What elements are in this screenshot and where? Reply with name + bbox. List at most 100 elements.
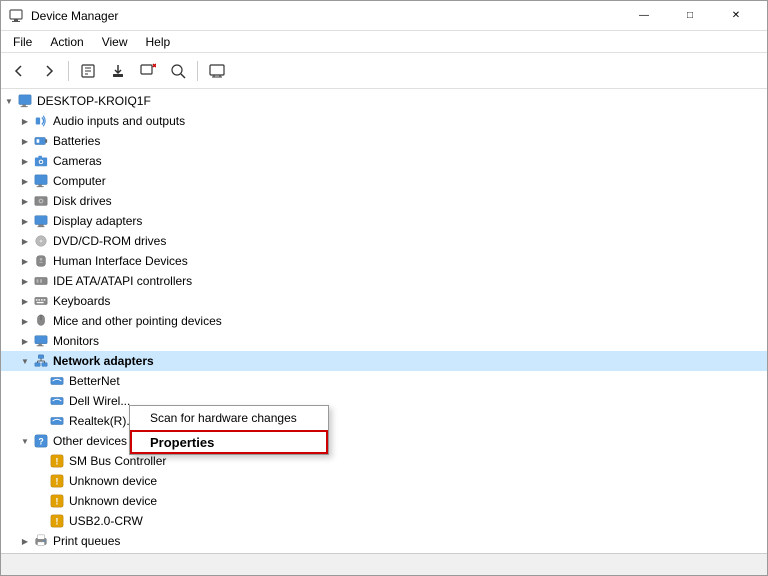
minimize-button[interactable]: — xyxy=(621,1,667,31)
tree-item-batteries[interactable]: ▶ Batteries xyxy=(1,131,767,151)
icon-computer xyxy=(17,93,33,109)
icon-computer-node xyxy=(33,173,49,189)
icon-dvd xyxy=(33,233,49,249)
tree-item-printq[interactable]: ▶ Print queues xyxy=(1,531,767,551)
icon-realtek xyxy=(49,413,65,429)
icon-dell xyxy=(49,393,65,409)
tree-item-usb2crw[interactable]: ▶ ! USB2.0-CRW xyxy=(1,511,767,531)
context-menu-properties[interactable]: Properties xyxy=(130,430,328,454)
device-tree[interactable]: ▼ DESKTOP-KROIQ1F ▶ Audio inputs and out… xyxy=(1,89,767,553)
toolbar-computer[interactable] xyxy=(203,57,231,85)
context-menu-scan[interactable]: Scan for hardware changes xyxy=(130,406,328,430)
expander-cameras[interactable]: ▶ xyxy=(17,153,33,169)
context-menu: Scan for hardware changes Properties xyxy=(129,405,329,455)
menu-view[interactable]: View xyxy=(94,33,136,51)
menu-action[interactable]: Action xyxy=(42,33,91,51)
tree-item-mice[interactable]: ▶ Mice and other pointing devices xyxy=(1,311,767,331)
tree-label-display: Display adapters xyxy=(53,214,142,228)
icon-unknown1: ! xyxy=(49,473,65,489)
tree-label-cameras: Cameras xyxy=(53,154,102,168)
expander-root[interactable]: ▼ xyxy=(1,93,17,109)
tree-item-realtek[interactable]: ▶ Realtek(R)... xyxy=(1,411,767,431)
app-icon xyxy=(9,8,25,24)
tree-label-dell: Dell Wirel... xyxy=(69,394,130,408)
tree-item-dell[interactable]: ▶ Dell Wirel... xyxy=(1,391,767,411)
expander-printq[interactable]: ▶ xyxy=(17,533,33,549)
tree-label-smbus: SM Bus Controller xyxy=(69,454,166,468)
expander-display[interactable]: ▶ xyxy=(17,213,33,229)
icon-audio xyxy=(33,113,49,129)
expander-monitors[interactable]: ▶ xyxy=(17,333,33,349)
tree-label-audio: Audio inputs and outputs xyxy=(53,114,185,128)
tree-item-unknown2[interactable]: ▶ ! Unknown device xyxy=(1,491,767,511)
tree-label-monitors: Monitors xyxy=(53,334,99,348)
toolbar-forward[interactable] xyxy=(35,57,63,85)
icon-ide xyxy=(33,273,49,289)
tree-item-processors[interactable]: ▶ Processors xyxy=(1,551,767,553)
expander-keyboards[interactable]: ▶ xyxy=(17,293,33,309)
expander-audio[interactable]: ▶ xyxy=(17,113,33,129)
toolbar-uninstall[interactable] xyxy=(134,57,162,85)
tree-item-monitors[interactable]: ▶ Monitors xyxy=(1,331,767,351)
expander-mice[interactable]: ▶ xyxy=(17,313,33,329)
icon-printq xyxy=(33,533,49,549)
tree-item-audio[interactable]: ▶ Audio inputs and outputs xyxy=(1,111,767,131)
expander-hid[interactable]: ▶ xyxy=(17,253,33,269)
device-manager-window: Device Manager — □ ✕ File Action View He… xyxy=(0,0,768,576)
tree-label-unknown2: Unknown device xyxy=(69,494,157,508)
tree-item-computer[interactable]: ▶ Computer xyxy=(1,171,767,191)
icon-usb2crw: ! xyxy=(49,513,65,529)
expander-disk[interactable]: ▶ xyxy=(17,193,33,209)
icon-monitors xyxy=(33,333,49,349)
icon-mice xyxy=(33,313,49,329)
expander-other[interactable]: ▼ xyxy=(17,433,33,449)
tree-label-unknown1: Unknown device xyxy=(69,474,157,488)
tree-label-ide: IDE ATA/ATAPI controllers xyxy=(53,274,192,288)
tree-item-cameras[interactable]: ▶ Cameras xyxy=(1,151,767,171)
tree-item-root[interactable]: ▼ DESKTOP-KROIQ1F xyxy=(1,91,767,111)
menu-help[interactable]: Help xyxy=(138,33,179,51)
maximize-button[interactable]: □ xyxy=(667,1,713,31)
status-bar xyxy=(1,553,767,575)
tree-item-network[interactable]: ▼ Network adapters xyxy=(1,351,767,371)
svg-text:!: ! xyxy=(56,497,59,507)
tree-label-printq: Print queues xyxy=(53,534,120,548)
tree-label-betternet: BetterNet xyxy=(69,374,120,388)
tree-label-batteries: Batteries xyxy=(53,134,100,148)
tree-item-keyboards[interactable]: ▶ Keyboards xyxy=(1,291,767,311)
tree-item-unknown1[interactable]: ▶ ! Unknown device xyxy=(1,471,767,491)
expander-ide[interactable]: ▶ xyxy=(17,273,33,289)
expander-computer[interactable]: ▶ xyxy=(17,173,33,189)
tree-label-usb2crw: USB2.0-CRW xyxy=(69,514,143,528)
toolbar-back[interactable] xyxy=(5,57,33,85)
icon-other: ? xyxy=(33,433,49,449)
tree-item-disk[interactable]: ▶ Disk drives xyxy=(1,191,767,211)
tree-item-display[interactable]: ▶ Display adapters xyxy=(1,211,767,231)
tree-item-other[interactable]: ▼ ? Other devices xyxy=(1,431,767,451)
tree-label-root: DESKTOP-KROIQ1F xyxy=(37,94,151,108)
icon-unknown2: ! xyxy=(49,493,65,509)
tree-item-hid[interactable]: ▶ Human Interface Devices xyxy=(1,251,767,271)
tree-item-dvd[interactable]: ▶ DVD/CD-ROM drives xyxy=(1,231,767,251)
toolbar-scan[interactable] xyxy=(164,57,192,85)
toolbar-sep-1 xyxy=(68,61,69,81)
window-controls: — □ ✕ xyxy=(621,1,759,31)
menu-bar: File Action View Help xyxy=(1,31,767,53)
tree-label-computer: Computer xyxy=(53,174,106,188)
svg-text:!: ! xyxy=(56,517,59,527)
expander-batteries[interactable]: ▶ xyxy=(17,133,33,149)
tree-label-network: Network adapters xyxy=(53,354,154,368)
close-button[interactable]: ✕ xyxy=(713,1,759,31)
svg-text:!: ! xyxy=(56,477,59,487)
expander-dvd[interactable]: ▶ xyxy=(17,233,33,249)
tree-label-other: Other devices xyxy=(53,434,127,448)
main-content: ▼ DESKTOP-KROIQ1F ▶ Audio inputs and out… xyxy=(1,89,767,553)
menu-file[interactable]: File xyxy=(5,33,40,51)
tree-item-smbus[interactable]: ▶ ! SM Bus Controller xyxy=(1,451,767,471)
expander-network[interactable]: ▼ xyxy=(17,353,33,369)
tree-label-dvd: DVD/CD-ROM drives xyxy=(53,234,166,248)
tree-item-betternet[interactable]: ▶ BetterNet xyxy=(1,371,767,391)
tree-item-ide[interactable]: ▶ IDE ATA/ATAPI controllers xyxy=(1,271,767,291)
toolbar-properties[interactable] xyxy=(74,57,102,85)
toolbar-update-driver[interactable] xyxy=(104,57,132,85)
